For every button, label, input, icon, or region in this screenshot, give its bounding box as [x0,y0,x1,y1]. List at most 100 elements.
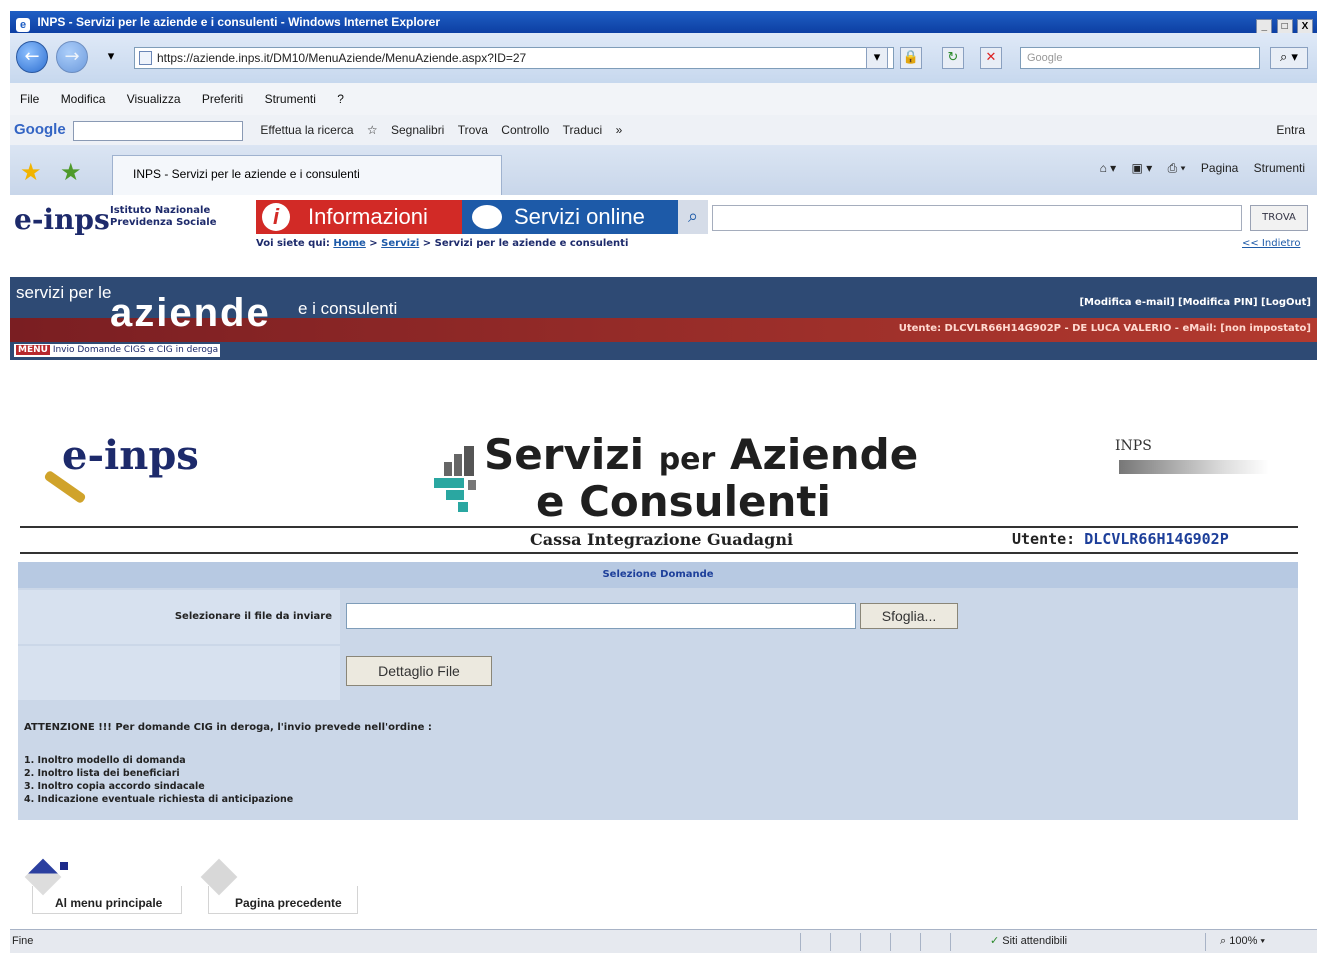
breadcrumb: Voi siete qui: Home > Servizi > Servizi … [256,238,629,249]
einps-large-logo: e-inps [62,432,199,479]
security-zone[interactable]: ✓ Siti attendibili [990,930,1067,952]
squares-logo-icon [434,446,482,520]
menu-strumenti[interactable]: Strumenti [265,92,316,106]
stop-icon[interactable]: ✕ [980,47,1002,69]
maximize-button[interactable]: □ [1276,19,1293,34]
page-icon [139,51,152,65]
services-banner: servizi per le aziende e i consulenti [M… [10,277,1317,360]
menu-label[interactable]: MENU [16,345,50,355]
title-servizi: Servizi [484,430,645,479]
breadcrumb-current: Servizi per le aziende e consulenti [434,238,629,249]
search-icon[interactable]: ⌕ ▾ [1270,47,1308,69]
history-dropdown-icon[interactable]: ▾ [100,47,122,69]
back-link[interactable]: << Indietro [1242,238,1300,249]
steps-list: 1. Inoltro modello di domanda 2. Inoltro… [24,754,293,806]
close-button[interactable]: X [1297,19,1313,34]
account-links[interactable]: [Modifica e-mail] [Modifica PIN] [LogOut… [1079,297,1311,308]
page-menu[interactable]: Pagina [1201,161,1238,175]
status-bar: Fine ✓ Siti attendibili ⌕ 100% ▾ [10,929,1317,953]
logos-row: e-inps Servizi per Aziende e Consulenti … [10,360,1317,525]
status-separator [860,933,861,951]
window-title-bar: e INPS - Servizi per le aziende e i cons… [10,11,1317,34]
tab-inps[interactable]: INPS - Servizi per le aziende e i consul… [112,155,502,195]
minimize-button[interactable]: _ [1256,19,1273,34]
url-dropdown-icon[interactable]: ▾ [866,47,888,69]
zone-label: Siti attendibili [1002,935,1068,947]
zoom-value: 100% [1229,935,1258,947]
forward-arrow-icon[interactable]: → [56,41,88,73]
menu-preferiti[interactable]: Preferiti [202,92,243,106]
menu-help[interactable]: ? [337,92,344,106]
zoom-control[interactable]: ⌕ 100% ▾ [1220,930,1265,952]
file-detail-button[interactable]: Dettaglio File [346,656,492,686]
tab-informazioni[interactable]: i Informazioni [256,200,462,234]
browse-button[interactable]: Sfoglia... [860,603,958,629]
search-input[interactable]: Google [1020,47,1260,69]
tab-row: ★ ★ INPS - Servizi per le aziende e i co… [10,145,1317,195]
translate-menu[interactable]: Traduci [563,123,603,137]
tools-menu[interactable]: Strumenti [1254,161,1305,175]
page-title: Servizi per Aziende e Consulenti [484,434,918,523]
menu-visualizza[interactable]: Visualizza [127,92,181,106]
more-chevron[interactable]: » [616,123,623,137]
main-menu-dot-icon [60,862,68,870]
url-field[interactable]: https://aziende.inps.it/DM10/MenuAziende… [134,47,894,69]
user-info: Utente: DLCVLR66H14G902P - DE LUCA VALER… [898,323,1311,334]
user-code: DLCVLR66H14G902P [1084,530,1229,548]
find-menu[interactable]: Trova [458,123,488,137]
site-search-input[interactable] [712,205,1242,231]
lock-icon[interactable]: 🔒 [900,47,922,69]
ie-icon: e [16,18,30,32]
user-label-text: Utente: [1012,530,1076,548]
list-item: 4. Indicazione eventuale richiesta di an… [24,794,294,805]
refresh-icon[interactable]: ↻ [942,47,964,69]
trova-button[interactable]: TROVA [1250,205,1308,231]
breadcrumb-prefix: Voi siete qui: [256,238,330,249]
institute-name: Istituto Nazionale Previdenza Sociale [110,205,216,229]
print-icon[interactable]: ⎙ ▾ [1168,161,1186,175]
check-menu[interactable]: Controllo [501,123,549,137]
menu-file[interactable]: File [20,92,39,106]
magnifier-icon: ⌕ [678,200,708,234]
tab-servizi-online[interactable]: Servizi online [462,200,678,234]
info-icon: i [262,203,290,231]
status-separator [950,933,951,951]
breadcrumb-servizi-link[interactable]: Servizi [381,238,419,249]
favorites-star-icon[interactable]: ★ [20,158,42,186]
detail-label-cell [18,646,340,700]
banner-aziende: aziende [110,291,271,335]
breadcrumb-home-link[interactable]: Home [333,238,365,249]
feeds-icon[interactable]: ▣ ▾ [1132,161,1153,175]
main-menu-link[interactable]: Al menu principale [32,886,182,914]
divider-top [20,526,1298,528]
banner-servizi-per-le: servizi per le [16,283,112,302]
google-search-input[interactable] [73,120,244,141]
inps-header: e-inps Istituto Nazionale Previdenza Soc… [10,195,1317,277]
address-row: ← → ▾ https://aziende.inps.it/DM10/MenuA… [10,33,1317,83]
title-line2: e Consulenti [536,477,831,526]
home-icon[interactable]: ⌂ ▾ [1100,161,1117,175]
file-path-input[interactable] [346,603,856,629]
bookmarks-menu[interactable]: Segnalibri [391,123,444,137]
list-item: 1. Inoltro modello di domanda [24,755,186,766]
menu-bar: File Modifica Visualizza Preferiti Strum… [10,83,1317,115]
signin-button[interactable]: Entra [1276,115,1305,145]
title-aziende: Aziende [729,430,919,479]
google-search-button[interactable]: Effettua la ricerca [260,123,353,137]
back-arrow-icon[interactable]: ← [16,41,48,73]
command-bar: ⌂ ▾ ▣ ▾ ⎙ ▾ Pagina Strumenti [1088,161,1305,176]
tab-title: INPS - Servizi per le aziende e i consul… [133,167,360,181]
user-label: Utente: DLCVLR66H14G902P [1012,530,1229,548]
file-row: Selezionare il file da inviare Sfoglia..… [18,590,1298,644]
previous-page-link[interactable]: Pagina precedente [208,886,358,914]
star-icon[interactable]: ☆ [367,123,378,137]
menu-modifica[interactable]: Modifica [61,92,106,106]
banner-consulenti: e i consulenti [298,299,398,318]
upload-form: Selezione Domande Selezionare il file da… [18,562,1298,820]
add-favorite-icon[interactable]: ★ [60,158,82,186]
browser-window: e INPS - Servizi per le aziende e i cons… [0,0,1317,953]
url-text: https://aziende.inps.it/DM10/MenuAziende… [157,51,527,65]
einps-logo[interactable]: e-inps [14,203,110,236]
menu-path-text: Invio Domande CIGS e CIG in deroga [52,345,219,355]
detail-row: Dettaglio File [18,646,1298,700]
